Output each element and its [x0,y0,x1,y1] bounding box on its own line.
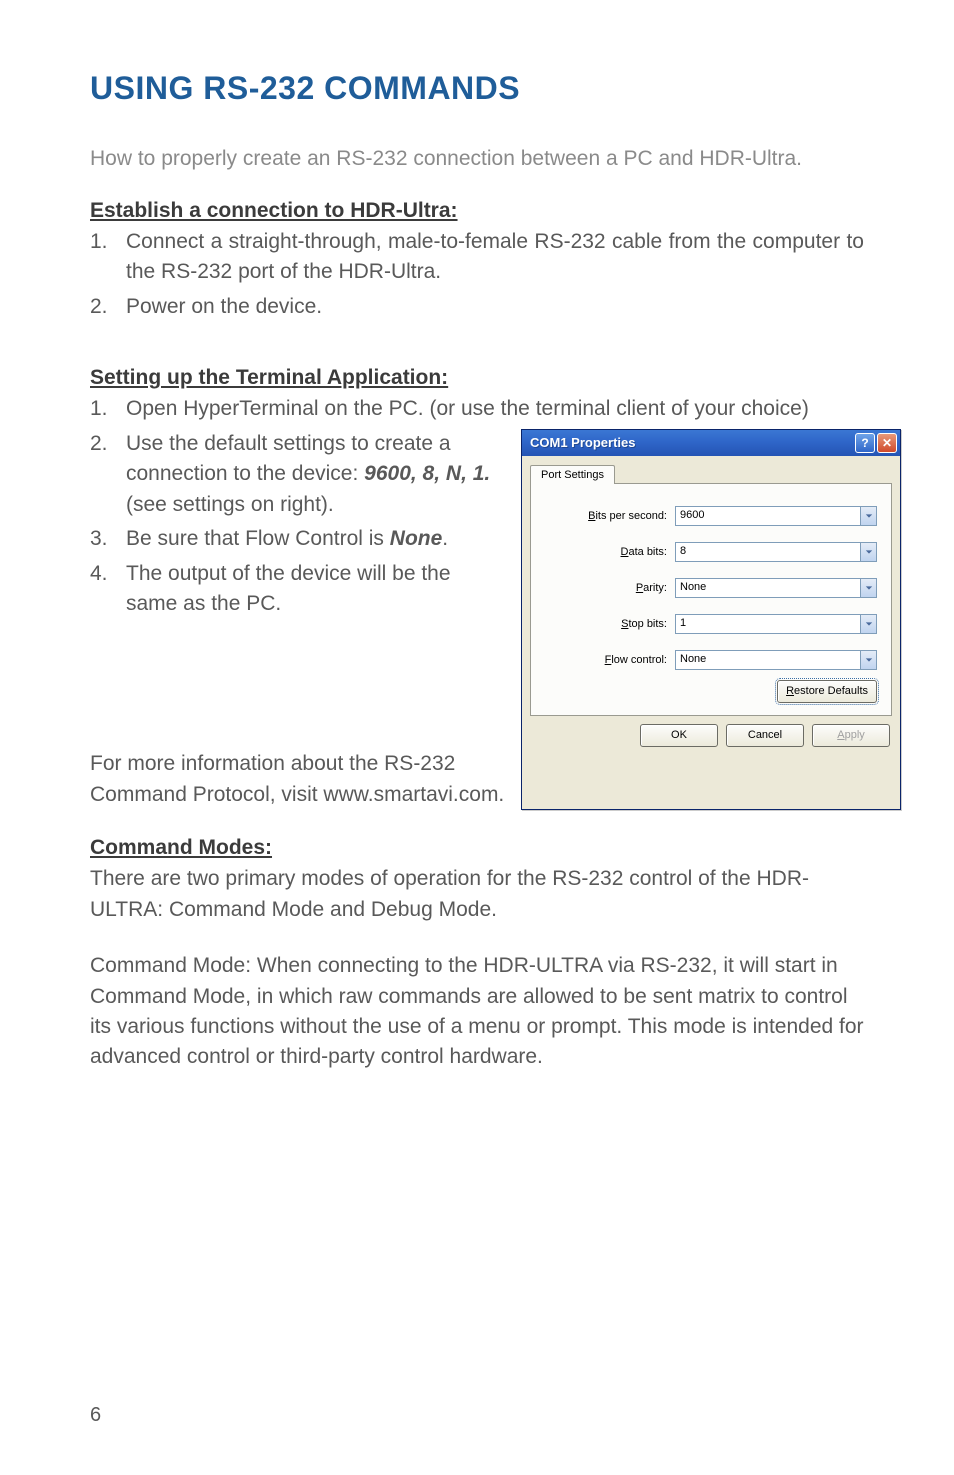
section-heading-terminal: Setting up the Terminal Application: [90,366,864,390]
establish-list: 1.Connect a straight-through, male-to-fe… [90,227,864,322]
label-bits-per-second: Bits per second: [545,510,675,522]
combo-value: None [676,651,860,669]
field-flow-control: Flow control: None [545,650,877,670]
restore-defaults-button[interactable]: Restore Defaults [777,680,877,703]
combo-parity[interactable]: None [675,578,877,598]
combo-stop-bits[interactable]: 1 [675,614,877,634]
list-item-text: Be sure that Flow Control is None. [126,527,448,550]
help-button[interactable]: ? [855,433,875,453]
combo-flow-control[interactable]: None [675,650,877,670]
chevron-down-icon[interactable] [860,651,876,669]
list-item: 2.Use the default settings to create a c… [90,429,505,520]
tab-port-settings[interactable]: Port Settings [530,465,615,484]
combo-bits-per-second[interactable]: 9600 [675,506,877,526]
dialog-title: COM1 Properties [530,435,853,450]
field-data-bits: Data bits: 8 [545,542,877,562]
ok-button[interactable]: OK [640,724,718,747]
terminal-list-cont: 2.Use the default settings to create a c… [90,429,505,620]
page-number: 6 [90,1404,101,1427]
list-item: 2.Power on the device. [90,292,864,322]
tab-pane: Bits per second: 9600 Data bits: 8 [530,483,892,716]
field-stop-bits: Stop bits: 1 [545,614,877,634]
list-item: 1.Open HyperTerminal on the PC. (or use … [90,394,864,424]
close-button[interactable]: ✕ [877,433,897,453]
combo-value: 1 [676,615,860,633]
label-data-bits: Data bits: [545,546,675,558]
apply-button[interactable]: Apply [812,724,890,747]
terminal-after-text: For more information about the RS-232 Co… [90,749,505,810]
list-item-text: Use the default settings to create a con… [126,432,490,516]
label-flow-control: Flow control: [545,654,675,666]
cancel-button[interactable]: Cancel [726,724,804,747]
help-icon: ? [861,436,868,450]
command-modes-para-2: Command Mode: When connecting to the HDR… [90,951,864,1073]
combo-data-bits[interactable]: 8 [675,542,877,562]
list-item-text: Open HyperTerminal on the PC. (or use th… [126,397,809,420]
list-item: 1.Connect a straight-through, male-to-fe… [90,227,864,288]
com-properties-dialog: COM1 Properties ? ✕ Port Settings Bits p… [521,429,901,811]
field-parity: Parity: None [545,578,877,598]
list-item-text: Power on the device. [126,295,322,318]
section-heading-command-modes: Command Modes: [90,836,864,860]
label-parity: Parity: [545,582,675,594]
list-item: 4.The output of the device will be the s… [90,559,505,620]
intro-text: How to properly create an RS-232 connect… [90,147,864,171]
page-title: USING RS-232 COMMANDS [90,70,864,107]
chevron-down-icon[interactable] [860,579,876,597]
combo-value: 9600 [676,507,860,525]
chevron-down-icon[interactable] [860,543,876,561]
field-bits-per-second: Bits per second: 9600 [545,506,877,526]
label-stop-bits: Stop bits: [545,618,675,630]
combo-value: 8 [676,543,860,561]
chevron-down-icon[interactable] [860,615,876,633]
section-heading-establish: Establish a connection to HDR-Ultra: [90,199,864,223]
list-item-text: The output of the device will be the sam… [126,562,451,615]
list-item: 3.Be sure that Flow Control is None. [90,524,505,554]
close-icon: ✕ [882,436,892,450]
terminal-list: 1.Open HyperTerminal on the PC. (or use … [90,394,864,424]
list-item-text: Connect a straight-through, male-to-fema… [126,230,864,283]
dialog-titlebar[interactable]: COM1 Properties ? ✕ [522,430,900,456]
command-modes-para-1: There are two primary modes of operation… [90,864,864,925]
combo-value: None [676,579,860,597]
chevron-down-icon[interactable] [860,507,876,525]
